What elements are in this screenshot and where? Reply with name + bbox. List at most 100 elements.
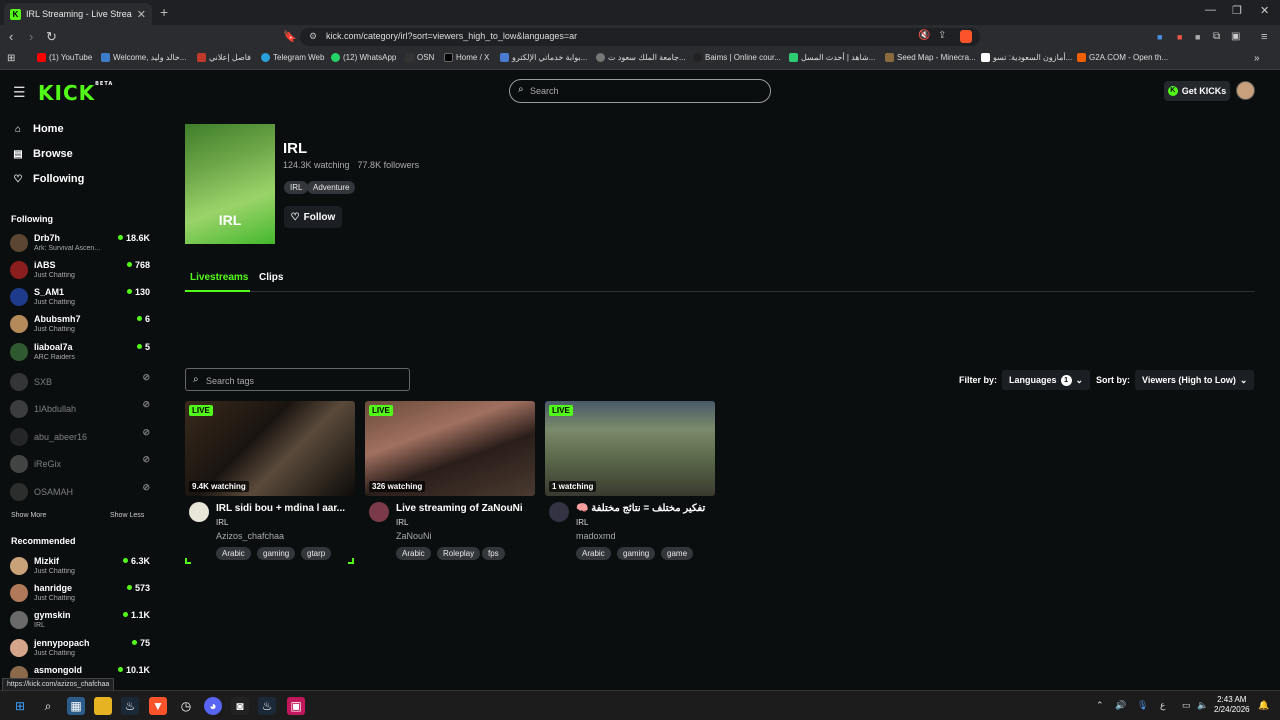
site-info-icon[interactable]: ⚙	[309, 31, 317, 42]
bookmark-item[interactable]: Telegram Web	[261, 53, 324, 62]
sidebar-nav-browse[interactable]: ▤ Browse	[12, 148, 72, 160]
sidebar-nav-following[interactable]: ♡ Following	[12, 173, 85, 185]
stream-thumbnail[interactable]: LIVE 326 watching	[365, 401, 535, 496]
bookmark-icon[interactable]: 🔖	[283, 29, 297, 45]
tab-clips[interactable]: Clips	[259, 272, 283, 283]
stream-thumbnail[interactable]: LIVE 9.4K watching	[185, 401, 355, 496]
maximize-icon[interactable]: ❐	[1232, 4, 1242, 17]
network-icon[interactable]: ▭	[1182, 700, 1191, 711]
stream-thumbnail[interactable]: LIVE 1 watching	[545, 401, 715, 496]
discord-icon[interactable]: ◕	[204, 697, 222, 715]
stream-tag[interactable]: gaming	[257, 547, 296, 560]
stream-title[interactable]: IRL sidi bou + mdina l aar...	[216, 503, 354, 514]
close-window-icon[interactable]: ✕	[1260, 4, 1269, 17]
stream-username[interactable]: madoxmd	[576, 531, 616, 541]
bookmark-item[interactable]: Home / X	[444, 53, 489, 62]
recommended-channel[interactable]: gymskin IRL 1.1K	[10, 609, 150, 635]
follow-button[interactable]: ♡ Follow	[284, 206, 342, 228]
stream-tag[interactable]: Arabic	[576, 547, 611, 560]
extension-icon[interactable]: ■	[1195, 29, 1200, 45]
stream-category[interactable]: IRL	[216, 518, 228, 527]
language-icon[interactable]: ع	[1160, 700, 1165, 711]
bookmark-item[interactable]: Baims | Online cour...	[693, 53, 781, 62]
bookmark-item[interactable]: (1) YouTube	[37, 53, 92, 62]
stream-category[interactable]: IRL	[576, 518, 588, 527]
browser-tab[interactable]: K IRL Streaming - Live Streams ✕	[4, 3, 152, 25]
category-tag[interactable]: Adventure	[307, 181, 356, 194]
bookmark-item[interactable]: جامعة الملك سعود ت...	[596, 53, 686, 62]
brave-shield-icon[interactable]	[960, 30, 972, 43]
following-channel[interactable]: Abubsmh7 Just Chatting 6	[10, 313, 150, 339]
microphone-icon[interactable]: 🎙	[1137, 700, 1148, 711]
system-clock[interactable]: 2:43 AM 2/24/2026	[1214, 695, 1250, 715]
minimize-icon[interactable]: —	[1205, 4, 1216, 16]
bookmark-item[interactable]: Seed Map - Minecra...	[885, 53, 976, 62]
forward-icon[interactable]: ›	[29, 29, 33, 45]
extensions-puzzle-icon[interactable]: ⧉	[1213, 29, 1220, 45]
back-icon[interactable]: ‹	[9, 29, 13, 45]
clock-app-icon[interactable]: ◷	[177, 697, 195, 715]
stream-tag[interactable]: Roleplay	[437, 547, 481, 560]
sidebar-nav-home[interactable]: ⌂ Home	[12, 123, 64, 135]
bookmark-item[interactable]: فاصل إعلاني	[197, 53, 251, 62]
notification-icon[interactable]: 🔔	[1258, 700, 1269, 711]
speaker-icon[interactable]: 🔊	[1115, 700, 1126, 711]
reload-icon[interactable]: ↻	[46, 29, 57, 45]
following-channel[interactable]: liaboal7a ARC Raiders 5	[10, 341, 150, 367]
new-tab-icon[interactable]: +	[160, 4, 168, 20]
bookmark-item[interactable]: (12) WhatsApp	[331, 53, 396, 62]
tray-chevron-icon[interactable]: ⌃	[1096, 700, 1104, 711]
offline-channel[interactable]: 1lAbdullah ⊘	[10, 398, 150, 424]
avatar[interactable]	[189, 502, 209, 522]
stream-tag[interactable]: gtarp	[301, 547, 332, 560]
offline-channel[interactable]: abu_abeer16 ⊘	[10, 426, 150, 452]
sidebar-toggle-icon[interactable]: ▣	[1231, 29, 1240, 45]
recommended-channel[interactable]: hanridge Just Chatting 573	[10, 582, 150, 608]
search-icon[interactable]: ⌕	[39, 697, 57, 715]
category-tag[interactable]: IRL	[284, 181, 309, 194]
address-bar[interactable]: ⚙ kick.com/category/irl?sort=viewers_hig…	[300, 28, 980, 46]
bookmark-item[interactable]: أمازون السعودية: تسو...	[981, 53, 1072, 62]
mute-icon[interactable]: 🔇	[918, 30, 930, 41]
start-icon[interactable]: ⊞	[11, 697, 29, 715]
search-tags-input[interactable]: ⌕ Search tags	[185, 368, 410, 391]
tab-livestreams[interactable]: Livestreams	[190, 272, 248, 283]
stream-card[interactable]: LIVE 1 watching 🧠 تفكير مختلف = نتائج مخ…	[545, 401, 715, 566]
bookmark-item[interactable]: Welcome, خالد وليد...	[101, 53, 186, 62]
stream-tag[interactable]: game	[661, 547, 694, 560]
stream-card[interactable]: LIVE 9.4K watching IRL sidi bou + mdina …	[185, 401, 355, 566]
user-avatar[interactable]	[1236, 81, 1255, 100]
offline-channel[interactable]: OSAMAH ⊘	[10, 481, 150, 507]
steam-icon[interactable]: ♨	[258, 697, 276, 715]
recommended-channel[interactable]: jennypopach Just Chatting 75	[10, 637, 150, 663]
extension-icon[interactable]: ■	[1177, 29, 1182, 45]
get-kicks-button[interactable]: K Get KICKs	[1164, 81, 1230, 101]
kick-logo[interactable]: KICKBETA	[38, 81, 113, 105]
stream-title[interactable]: 🧠 تفكير مختلف = نتائج مختلفة	[576, 503, 714, 514]
apps-grid-icon[interactable]: ⊞	[7, 53, 15, 64]
offline-channel[interactable]: iReGix ⊘	[10, 453, 150, 479]
task-view-icon[interactable]: ▦	[67, 697, 85, 715]
show-less-button[interactable]: Show Less	[110, 512, 144, 519]
more-bookmarks-icon[interactable]: »	[1254, 53, 1260, 64]
brave-browser-icon[interactable]: ▼	[149, 697, 167, 715]
stream-tag[interactable]: gaming	[617, 547, 656, 560]
stream-title[interactable]: Live streaming of ZaNouNi	[396, 503, 534, 514]
offline-channel[interactable]: SXB ⊘	[10, 371, 150, 397]
hamburger-menu-icon[interactable]: ☰	[13, 84, 26, 101]
bookmark-item[interactable]: G2A.COM - Open th...	[1077, 53, 1168, 62]
stream-username[interactable]: ZaNouNi	[396, 531, 432, 541]
volume-icon[interactable]: 🔈	[1197, 700, 1208, 711]
following-channel[interactable]: iABS Just Chatting 768	[10, 259, 150, 285]
search-input[interactable]: ⌕ Search	[509, 79, 771, 103]
avatar[interactable]	[549, 502, 569, 522]
stream-tag[interactable]: fps	[482, 547, 505, 560]
stream-tag[interactable]: Arabic	[396, 547, 431, 560]
extension-icon[interactable]: ■	[1157, 29, 1162, 45]
game-app-icon[interactable]: ◙	[231, 697, 249, 715]
close-tab-icon[interactable]: ✕	[137, 8, 146, 21]
languages-dropdown[interactable]: Languages 1 ⌄	[1002, 370, 1091, 390]
stream-tag[interactable]: Arabic	[216, 547, 251, 560]
file-explorer-icon[interactable]	[94, 697, 112, 715]
bookmark-item[interactable]: OSN	[405, 53, 434, 62]
